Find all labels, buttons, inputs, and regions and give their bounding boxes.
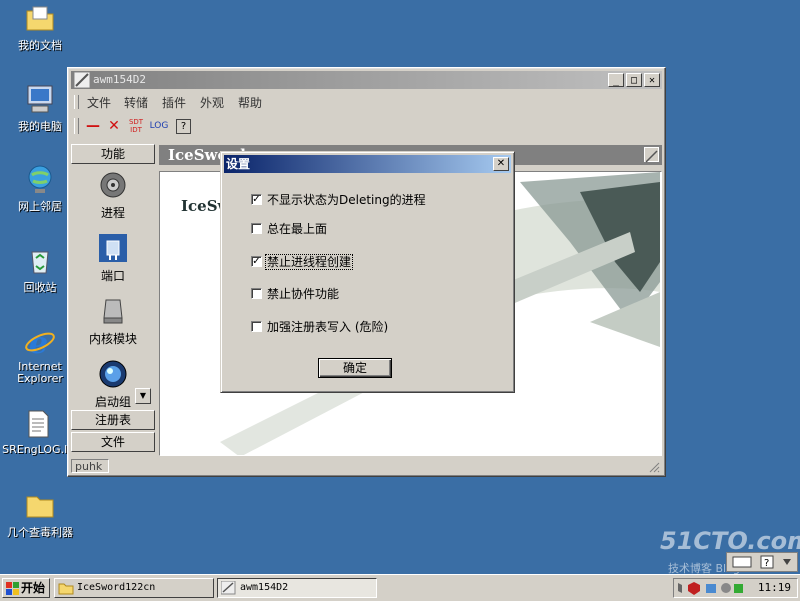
resize-grip-icon[interactable] [648,461,660,473]
svg-text:e: e [29,326,48,358]
menu-plugins[interactable]: 插件 [162,94,186,111]
windows-logo-icon [6,582,19,595]
content-corner-icon[interactable] [644,147,659,163]
desktop-icon-label: 我的文档 [18,39,62,52]
window-title: awm154D2 [93,73,146,86]
desktop-icon-label: 回收站 [23,281,57,294]
sidebar-item-label: 启动组 [94,395,131,409]
desktop-icon-label: SREngLOG.lo [2,443,74,456]
sidebar: 功能 进程 端口 内核模块 启动组 ▼ 注册表 文件 [71,144,155,454]
desktop-icon-label: 网上邻居 [18,200,62,213]
maximize-button[interactable]: □ [626,73,642,87]
toolbar-grip [74,118,79,134]
folder-icon [58,583,74,595]
minimize-button[interactable]: _ [608,73,624,87]
status-text: puhk [71,459,109,473]
computer-icon [24,83,56,115]
desktop-icon-my-documents[interactable]: 我的文档 [0,2,80,53]
window-titlebar[interactable]: awm154D2 _ □ ✕ [71,71,662,89]
dialog-titlebar[interactable]: 设置 ✕ [224,155,511,173]
sidebar-item-label: 端口 [100,269,125,283]
app-icon [73,71,91,89]
help-icon[interactable]: ? [176,119,191,134]
language-bar[interactable]: ? [726,552,798,572]
dialog-close-button[interactable]: ✕ [493,157,509,171]
option-label: 加强注册表写入 (危险) [267,320,389,334]
clock: 11:19 [757,581,791,594]
taskbar-item-icesword-folder[interactable]: IceSword122cn [54,578,214,598]
sidebar-item-label: 进程 [100,206,125,220]
start-button[interactable]: 开始 [2,578,50,598]
system-tray: 11:19 [673,578,798,598]
menu-grip [74,95,79,109]
gear-icon [98,170,128,200]
desktop-icon-label: 几个查毒利器 [7,526,73,539]
menu-dump[interactable]: 转储 [124,94,148,111]
menu-bar: 文件 转储 插件 外观 帮助 [72,92,661,112]
toolbar: — ✕ SDT IDT LOG ? [72,114,661,138]
keyboard-icon: ? [732,555,791,569]
ok-button[interactable]: 确定 [318,358,392,378]
sidebar-item-kernel-modules[interactable]: 内核模块 [71,296,155,347]
taskbar: 开始 IceSword122cn awm154D2 11:19 [0,574,800,601]
sidebar-header-registry[interactable]: 注册表 [71,410,155,430]
settings-dialog: 设置 ✕ ✓ 不显示状态为Deleting的进程 总在最上面 ✓ 禁止进线程创建… [220,151,515,393]
option-checkbox[interactable] [251,288,262,299]
network-icon [24,163,56,195]
taskbar-item-label: IceSword122cn [77,582,156,593]
text-file-icon [22,408,54,440]
menu-help[interactable]: 帮助 [238,94,262,111]
startup-icon [98,359,128,389]
folder-documents-icon [24,2,56,34]
port-icon [98,233,128,263]
option-checkbox[interactable] [251,321,262,332]
sidebar-header-files[interactable]: 文件 [71,432,155,452]
sidebar-item-ports[interactable]: 端口 [71,233,155,284]
sidebar-item-label: 内核模块 [88,332,137,346]
close-button[interactable]: ✕ [644,73,660,87]
desktop-icon-label: 我的电脑 [18,120,62,133]
sidebar-scroll-down-button[interactable]: ▼ [135,388,151,404]
taskbar-item-awm154d2[interactable]: awm154D2 [217,578,377,598]
menu-file[interactable]: 文件 [87,94,111,111]
desktop-icon-label: Internet Explorer [17,360,63,385]
option-checkbox[interactable]: ✓ [251,256,262,267]
dialog-title: 设置 [226,157,251,171]
app-icon [221,581,236,595]
recycle-bin-icon [24,244,56,276]
option-checkbox[interactable]: ✓ [251,194,262,205]
ie-icon: e [24,326,56,361]
option-label: 总在最上面 [267,222,328,236]
sidebar-item-processes[interactable]: 进程 [71,170,155,221]
desktop-icon-antivirus-folder[interactable]: 几个查毒利器 [0,489,80,540]
option-label: 禁止协件功能 [267,287,340,301]
minus-icon[interactable]: — [84,118,102,134]
menu-appearance[interactable]: 外观 [200,94,224,111]
module-icon [98,296,128,326]
start-label: 开始 [21,581,46,595]
delete-icon[interactable]: ✕ [105,118,123,134]
svg-text:?: ? [764,558,769,569]
option-checkbox[interactable] [251,223,262,234]
watermark-text: 51CTO.com [660,527,800,555]
taskbar-item-label: awm154D2 [240,582,289,593]
option-label: 禁止进线程创建 [265,254,354,270]
sidebar-header-functions[interactable]: 功能 [71,144,155,164]
folder-icon [24,489,56,521]
option-label: 不显示状态为Deleting的进程 [267,193,426,207]
sdt-idt-button[interactable]: SDT IDT [127,118,145,134]
log-button[interactable]: LOG [148,118,170,134]
status-bar: puhk [71,459,662,473]
tray-icons [678,582,743,595]
